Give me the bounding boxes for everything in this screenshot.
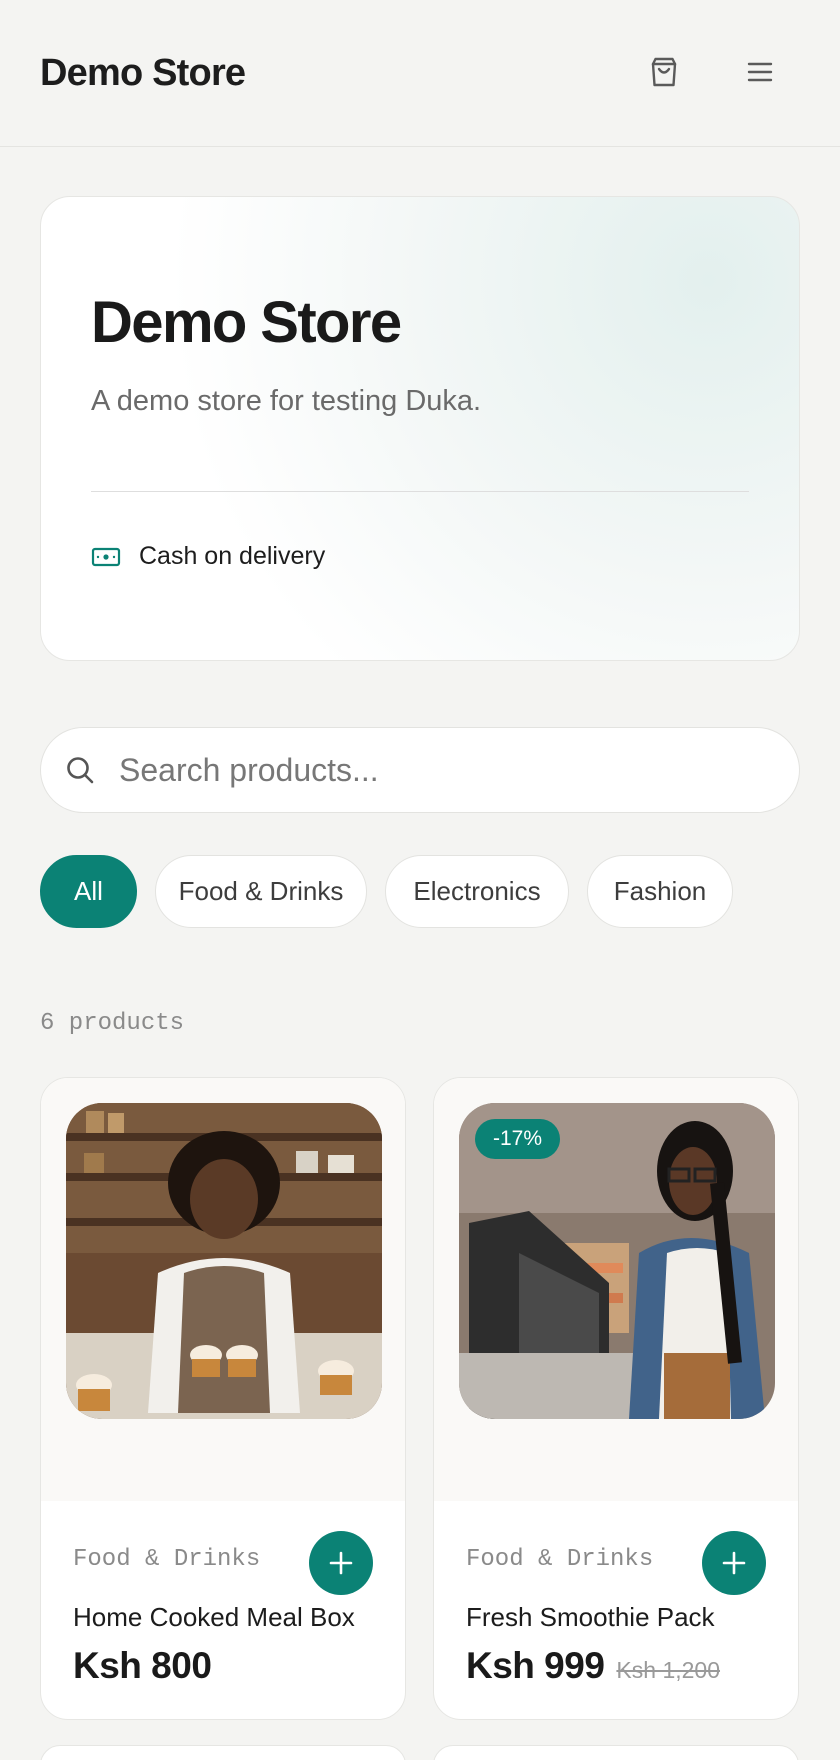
- add-to-cart-button[interactable]: [309, 1531, 373, 1595]
- search-input[interactable]: [119, 751, 739, 789]
- search-icon: [67, 757, 94, 784]
- product-image[interactable]: [66, 1103, 382, 1419]
- store-hero-card: Demo Store A demo store for testing Duka…: [40, 196, 800, 661]
- plus-icon: [722, 1551, 746, 1575]
- category-chip-all[interactable]: All: [40, 855, 137, 928]
- top-bar: Demo Store: [0, 0, 840, 147]
- cart-button[interactable]: [644, 52, 684, 92]
- product-price-row: Ksh 800: [73, 1645, 212, 1687]
- hero-divider: [91, 491, 749, 492]
- store-brand[interactable]: Demo Store: [40, 52, 246, 95]
- shopping-bag-icon: [651, 57, 677, 87]
- product-name[interactable]: Home Cooked Meal Box: [73, 1602, 355, 1633]
- product-card[interactable]: [40, 1745, 406, 1760]
- discount-badge: -17%: [475, 1119, 561, 1159]
- baker-with-cupcakes-photo: [66, 1103, 382, 1419]
- payment-label: Cash on delivery: [139, 542, 326, 570]
- menu-button[interactable]: [740, 52, 780, 92]
- category-chip-electronics[interactable]: Electronics: [385, 855, 569, 928]
- product-image[interactable]: -17%: [459, 1103, 775, 1419]
- product-image-area: -17%: [434, 1078, 798, 1501]
- product-card[interactable]: [433, 1745, 799, 1760]
- category-chip-fashion[interactable]: Fashion: [587, 855, 733, 928]
- search-bar[interactable]: [40, 727, 800, 813]
- product-image-area: [41, 1078, 405, 1501]
- category-chip-food-drinks[interactable]: Food & Drinks: [155, 855, 367, 928]
- product-price: Ksh 999: [466, 1645, 605, 1686]
- product-original-price: Ksh 1,200: [616, 1657, 721, 1683]
- product-price-row: Ksh 999 Ksh 1,200: [466, 1645, 720, 1687]
- add-to-cart-button[interactable]: [702, 1531, 766, 1595]
- category-filter: All Food & Drinks Electronics Fashion: [40, 855, 733, 928]
- plus-icon: [329, 1551, 353, 1575]
- cash-icon: [91, 547, 121, 566]
- product-count: 6 products: [40, 1010, 185, 1037]
- product-card[interactable]: -17% Food & Drinks Fresh Smoothie Pack K…: [433, 1077, 799, 1720]
- product-card[interactable]: Food & Drinks Home Cooked Meal Box Ksh 8…: [40, 1077, 406, 1720]
- hero-title: Demo Store: [91, 290, 402, 355]
- product-category: Food & Drinks: [466, 1546, 654, 1573]
- product-price: Ksh 800: [73, 1645, 212, 1686]
- product-name[interactable]: Fresh Smoothie Pack: [466, 1602, 715, 1633]
- payment-method: Cash on delivery: [91, 542, 325, 571]
- hamburger-menu-icon: [747, 62, 773, 82]
- product-category: Food & Drinks: [73, 1546, 261, 1573]
- hero-subtitle: A demo store for testing Duka.: [91, 385, 482, 417]
